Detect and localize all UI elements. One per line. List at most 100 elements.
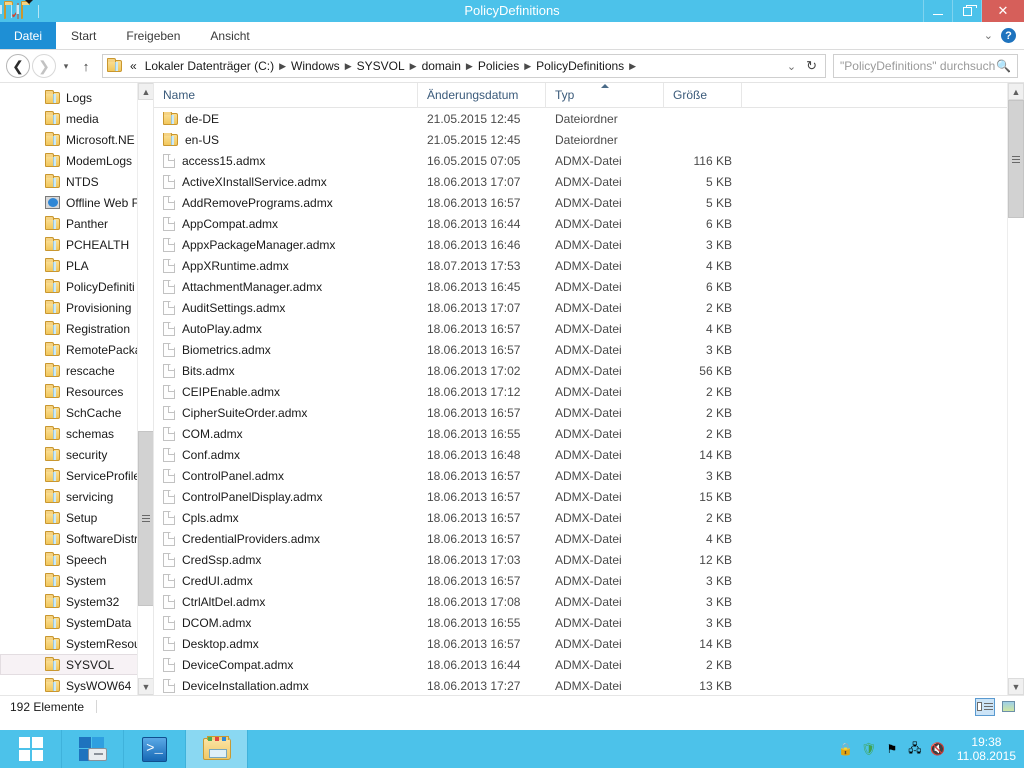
chevron-right-icon[interactable]: ▶ xyxy=(344,61,353,72)
sidebar-item-serviceprofile[interactable]: ServiceProfile xyxy=(0,465,153,486)
table-row[interactable]: AppXRuntime.admx 18.07.2013 17:53 ADMX-Dat… xyxy=(154,255,1024,276)
scroll-up-button[interactable]: ▲ xyxy=(1008,83,1024,100)
table-row[interactable]: CtrlAltDel.admx 18.06.2013 17:08 ADMX-Date… xyxy=(154,591,1024,612)
table-row[interactable]: AttachmentManager.admx 18.06.2013 16:45 AD… xyxy=(154,276,1024,297)
table-row[interactable]: Bits.admx 18.06.2013 17:02 ADMX-Datei 56 KB xyxy=(154,360,1024,381)
sidebar-item-registration[interactable]: Registration xyxy=(0,318,153,339)
back-button[interactable]: ❮ xyxy=(6,54,30,78)
table-row[interactable]: AppxPackageManager.admx 18.06.2013 16:46 A… xyxy=(154,234,1024,255)
sidebar-item-rescache[interactable]: rescache xyxy=(0,360,153,381)
close-button[interactable]: ✕ xyxy=(981,0,1024,22)
table-row[interactable]: DCOM.admx 18.06.2013 16:55 ADMX-Datei 3 KB xyxy=(154,612,1024,633)
sidebar-item-security[interactable]: security xyxy=(0,444,153,465)
breadcrumb-item-2[interactable]: SYSVOL xyxy=(353,59,409,73)
sidebar-item-provisioning[interactable]: Provisioning xyxy=(0,297,153,318)
search-input[interactable]: "PolicyDefinitions" durchsuch... 🔍 xyxy=(833,54,1018,78)
sidebar-item-logs[interactable]: Logs xyxy=(0,87,153,108)
table-row[interactable]: AppCompat.admx 18.06.2013 16:44 ADMX-Datei… xyxy=(154,213,1024,234)
help-icon[interactable]: ? xyxy=(1001,28,1016,43)
sidebar-item-speech[interactable]: Speech xyxy=(0,549,153,570)
scroll-down-button[interactable]: ▼ xyxy=(1008,678,1024,695)
sidebar-item-policydefiniti[interactable]: PolicyDefiniti xyxy=(0,276,153,297)
scroll-down-button[interactable]: ▼ xyxy=(138,678,153,695)
action-center-icon[interactable]: 🔒 xyxy=(838,741,854,757)
sidebar-item-sysvol[interactable]: SYSVOL xyxy=(0,654,153,675)
table-row[interactable]: CredUI.admx 18.06.2013 16:57 ADMX-Datei 3 K… xyxy=(154,570,1024,591)
table-row[interactable]: CredSsp.admx 18.06.2013 17:03 ADMX-Datei 12… xyxy=(154,549,1024,570)
maximize-button[interactable] xyxy=(952,0,981,22)
table-row[interactable]: AddRemovePrograms.admx 18.06.2013 16:57 AD… xyxy=(154,192,1024,213)
powershell-button[interactable]: >_ xyxy=(124,730,186,768)
sidebar-item-softwaredistr[interactable]: SoftwareDistr xyxy=(0,528,153,549)
breadcrumb-item-0[interactable]: Lokaler Datenträger (C:) xyxy=(141,59,278,73)
sidebar-item-microsoft-ne[interactable]: Microsoft.NE xyxy=(0,129,153,150)
tab-datei[interactable]: Datei xyxy=(0,22,57,49)
table-row[interactable]: ControlPanelDisplay.admx 18.06.2013 16:57… xyxy=(154,486,1024,507)
chevron-right-icon[interactable]: ▶ xyxy=(278,61,287,72)
table-row[interactable]: CipherSuiteOrder.admx 18.06.2013 16:57 ADM… xyxy=(154,402,1024,423)
sidebar-item-resources[interactable]: Resources xyxy=(0,381,153,402)
clock[interactable]: 19:38 11.08.2015 xyxy=(953,735,1016,763)
file-explorer-button[interactable] xyxy=(186,730,248,768)
sidebar-item-servicing[interactable]: servicing xyxy=(0,486,153,507)
table-row[interactable]: AutoPlay.admx 18.06.2013 16:57 ADMX-Datei 4… xyxy=(154,318,1024,339)
tab-start[interactable]: Start xyxy=(56,22,111,49)
column-header-type[interactable]: Typ xyxy=(546,83,664,108)
start-button[interactable] xyxy=(0,730,62,768)
sidebar-item-offline-web-f[interactable]: Offline Web F xyxy=(0,192,153,213)
table-row[interactable]: AuditSettings.admx 18.06.2013 17:07 ADMX-D… xyxy=(154,297,1024,318)
defender-icon[interactable]: 🛡 xyxy=(861,741,877,757)
breadcrumb-item-1[interactable]: Windows xyxy=(287,59,344,73)
table-row[interactable]: CredentialProviders.admx 18.06.2013 16:57… xyxy=(154,528,1024,549)
sidebar-item-schcache[interactable]: SchCache xyxy=(0,402,153,423)
table-row[interactable]: ActiveXInstallService.admx 18.06.2013 17:… xyxy=(154,171,1024,192)
chevron-right-icon[interactable]: ▶ xyxy=(465,61,474,72)
sidebar-item-panther[interactable]: Panther xyxy=(0,213,153,234)
breadcrumb-overflow[interactable]: « xyxy=(126,59,141,73)
sidebar-item-media[interactable]: media xyxy=(0,108,153,129)
sidebar-item-syswow64[interactable]: SysWOW64 xyxy=(0,675,153,695)
network-icon[interactable]: 🖧 xyxy=(907,741,923,757)
sidebar-item-pchealth[interactable]: PCHEALTH xyxy=(0,234,153,255)
sidebar-item-system[interactable]: System xyxy=(0,570,153,591)
breadcrumb[interactable]: « Lokaler Datenträger (C:) ▶ Windows ▶ S… xyxy=(102,54,826,78)
search-icon[interactable]: 🔍 xyxy=(996,59,1011,73)
sidebar-item-systemdata[interactable]: SystemData xyxy=(0,612,153,633)
flag-icon[interactable]: ⚑ xyxy=(884,741,900,757)
table-row[interactable]: Cpls.admx 18.06.2013 16:57 ADMX-Datei 2 KB xyxy=(154,507,1024,528)
table-row[interactable]: de-DE 21.05.2015 12:45 Dateiordner xyxy=(154,108,1024,129)
column-header-name[interactable]: Name xyxy=(154,83,418,108)
large-icons-view-icon[interactable] xyxy=(998,698,1018,716)
minimize-button[interactable] xyxy=(923,0,952,22)
recent-locations-button[interactable]: ▾ xyxy=(58,54,74,78)
table-row[interactable]: en-US 21.05.2015 12:45 Dateiordner xyxy=(154,129,1024,150)
sidebar-item-ntds[interactable]: NTDS xyxy=(0,171,153,192)
sidebar-scrollbar[interactable]: ▲ ▼ xyxy=(137,83,153,695)
column-header-date[interactable]: Änderungsdatum xyxy=(418,83,546,108)
breadcrumb-item-4[interactable]: Policies xyxy=(474,59,523,73)
table-row[interactable]: DeviceCompat.admx 18.06.2013 16:44 ADMX-Da… xyxy=(154,654,1024,675)
sidebar-scroll-thumb[interactable] xyxy=(138,431,153,606)
new-folder-icon[interactable] xyxy=(21,3,23,19)
sidebar-item-modemlogs[interactable]: ModemLogs xyxy=(0,150,153,171)
table-row[interactable]: Conf.admx 18.06.2013 16:48 ADMX-Datei 14 KB xyxy=(154,444,1024,465)
server-manager-button[interactable] xyxy=(62,730,124,768)
sidebar-item-setup[interactable]: Setup xyxy=(0,507,153,528)
tab-ansicht[interactable]: Ansicht xyxy=(195,22,264,49)
column-header-size[interactable]: Größe xyxy=(664,83,742,108)
scroll-up-button[interactable]: ▲ xyxy=(138,83,153,100)
file-list-scroll-thumb[interactable] xyxy=(1008,100,1024,218)
chevron-down-icon[interactable] xyxy=(25,0,33,18)
breadcrumb-item-5[interactable]: PolicyDefinitions xyxy=(532,59,628,73)
refresh-icon[interactable]: ↻ xyxy=(806,58,817,74)
sidebar-item-schemas[interactable]: schemas xyxy=(0,423,153,444)
volume-muted-icon[interactable]: 🔇 xyxy=(930,741,946,757)
table-row[interactable]: access15.admx 16.05.2015 07:05 ADMX-Datei 1… xyxy=(154,150,1024,171)
tab-freigeben[interactable]: Freigeben xyxy=(111,22,195,49)
table-row[interactable]: Desktop.admx 18.06.2013 16:57 ADMX-Datei 14… xyxy=(154,633,1024,654)
breadcrumb-item-3[interactable]: domain xyxy=(418,59,465,73)
details-view-icon[interactable] xyxy=(975,697,995,716)
chevron-down-icon[interactable]: ⌄ xyxy=(984,29,993,42)
folder-icon[interactable] xyxy=(4,3,6,19)
table-row[interactable]: Biometrics.admx 18.06.2013 16:57 ADMX-Date… xyxy=(154,339,1024,360)
